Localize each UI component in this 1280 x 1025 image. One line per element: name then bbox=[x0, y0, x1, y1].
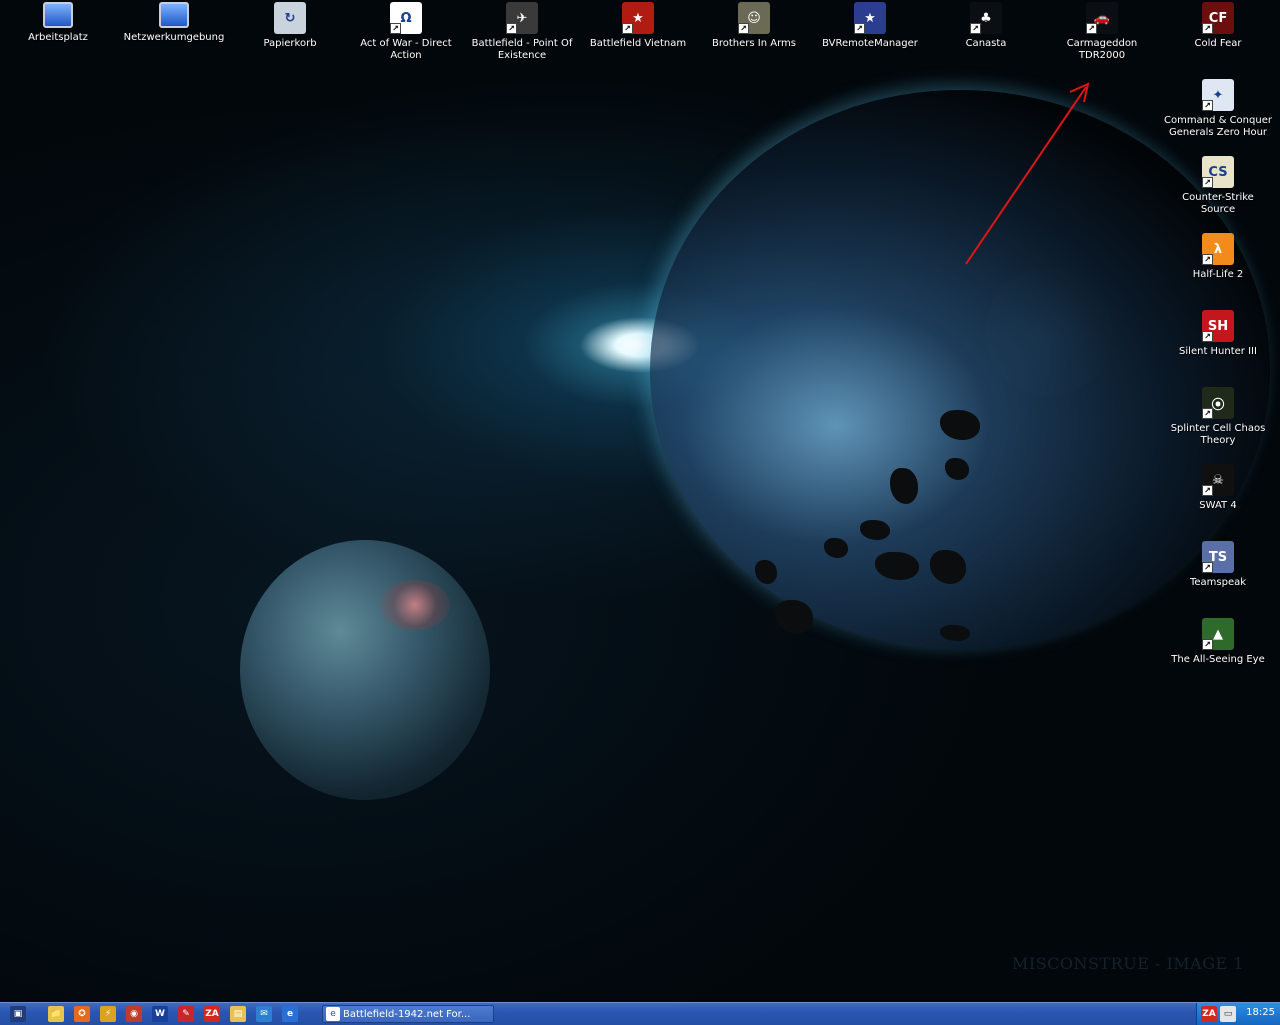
ie-page-icon: e bbox=[326, 1007, 340, 1021]
desktop-icon-label: Teamspeak bbox=[1189, 577, 1247, 588]
desktop-icon-label: Battlefield Vietnam bbox=[589, 38, 687, 49]
firefox-icon[interactable]: ✪ bbox=[74, 1006, 90, 1022]
desktop-icon-label: BVRemoteManager bbox=[822, 38, 918, 49]
red-arrow-annotation bbox=[965, 82, 1090, 265]
system-tray: ZA ▭ 18:25 bbox=[1196, 1003, 1280, 1025]
brothers-in-arms-icon: ☺ ↗ bbox=[738, 2, 770, 34]
my-computer-icon bbox=[43, 2, 73, 28]
half-life-2-icon: λ ↗ bbox=[1202, 233, 1234, 265]
desktop-icon-label: Cold Fear bbox=[1194, 38, 1242, 49]
desktop-icon[interactable]: Ω ↗ Act of War - Direct Action bbox=[348, 2, 464, 62]
shortcut-arrow-icon: ↗ bbox=[854, 23, 865, 34]
desktop-icon[interactable]: ✈ ↗ Battlefield - Point Of Existence bbox=[464, 2, 580, 62]
shortcut-arrow-icon: ↗ bbox=[1202, 100, 1213, 111]
desktop-icon[interactable]: λ ↗ Half-Life 2 bbox=[1160, 233, 1276, 281]
winamp-icon[interactable]: ⚡ bbox=[100, 1006, 116, 1022]
desktop-icon-label: Brothers In Arms bbox=[712, 38, 796, 49]
desktop-icon[interactable]: ☠ ↗ SWAT 4 bbox=[1160, 464, 1276, 512]
silent-hunter-icon: SH ↗ bbox=[1202, 310, 1234, 342]
bvremotemanager-icon: ★ ↗ bbox=[854, 2, 886, 34]
chrome-like-icon[interactable]: ◉ bbox=[126, 1006, 142, 1022]
desktop-icon-label: Battlefield - Point Of Existence bbox=[471, 38, 573, 61]
shortcut-arrow-icon: ↗ bbox=[390, 23, 401, 34]
desktop-icon[interactable]: 🚗 ↗ Carmageddon TDR2000 bbox=[1044, 2, 1160, 62]
desktop-icon[interactable]: CF ↗ Cold Fear bbox=[1160, 2, 1276, 50]
shortcut-arrow-icon: ↗ bbox=[506, 23, 517, 34]
desktop-icon[interactable]: ☺ ↗ Brothers In Arms bbox=[696, 2, 812, 50]
shortcut-arrow-icon: ↗ bbox=[970, 23, 981, 34]
desktop-icon[interactable]: TS ↗ Teamspeak bbox=[1160, 541, 1276, 589]
command-conquer-icon: ✦ ↗ bbox=[1202, 79, 1234, 111]
internet-explorer-icon[interactable]: e bbox=[282, 1006, 298, 1022]
desktop-icon-label: Splinter Cell Chaos Theory bbox=[1170, 423, 1266, 446]
shortcut-arrow-icon: ↗ bbox=[1202, 331, 1213, 342]
desktop-icon[interactable]: ★ ↗ Battlefield Vietnam bbox=[580, 2, 696, 50]
notepad-icon[interactable]: ▤ bbox=[230, 1006, 246, 1022]
shortcut-arrow-icon: ↗ bbox=[1202, 562, 1213, 573]
desktop-icon[interactable]: ↻ Papierkorb bbox=[232, 2, 348, 50]
desktop-icon-label: Netzwerkumgebung bbox=[123, 32, 225, 43]
desktop-icon-label: Act of War - Direct Action bbox=[360, 38, 452, 61]
canasta-icon: ♣ ↗ bbox=[970, 2, 1002, 34]
task-button-label: Battlefield-1942.net For... bbox=[343, 1009, 471, 1020]
desktop-icon[interactable]: ⦿ ↗ Splinter Cell Chaos Theory bbox=[1160, 387, 1276, 447]
desktop-icon[interactable]: ★ ↗ BVRemoteManager bbox=[812, 2, 928, 50]
desktop-icon[interactable]: Arbeitsplatz bbox=[0, 2, 116, 44]
outlook-icon[interactable]: ✉ bbox=[256, 1006, 272, 1022]
desktop-icon-label: Carmageddon TDR2000 bbox=[1066, 38, 1138, 61]
desktop-icon[interactable]: Netzwerkumgebung bbox=[116, 2, 232, 44]
shortcut-arrow-icon: ↗ bbox=[1202, 408, 1213, 419]
all-seeing-eye-icon: ▲ ↗ bbox=[1202, 618, 1234, 650]
shortcut-arrow-icon: ↗ bbox=[1202, 485, 1213, 496]
desktop-icon-label: The All-Seeing Eye bbox=[1171, 654, 1265, 665]
desktop[interactable]: MISCONSTRUE - IMAGE 1 Arbeitsplatz Netzwe… bbox=[0, 0, 1280, 1002]
desktop-icon[interactable]: ✦ ↗ Command & Conquer Generals Zero Hour bbox=[1160, 79, 1276, 139]
show-desktop-icon[interactable]: ▣ bbox=[10, 1006, 26, 1022]
swat4-icon: ☠ ↗ bbox=[1202, 464, 1234, 496]
explorer-folder-icon[interactable]: 📁 bbox=[48, 1006, 64, 1022]
desktop-icon[interactable]: CS ↗ Counter-Strike Source bbox=[1160, 156, 1276, 216]
shortcut-arrow-icon: ↗ bbox=[622, 23, 633, 34]
task-button-battlefield-1942[interactable]: e Battlefield-1942.net For... bbox=[322, 1005, 494, 1023]
desktop-icon-label: Canasta bbox=[965, 38, 1007, 49]
network-icon bbox=[159, 2, 189, 28]
teamspeak-icon: TS ↗ bbox=[1202, 541, 1234, 573]
act-of-war-icon: Ω ↗ bbox=[390, 2, 422, 34]
battlefield-vietnam-icon: ★ ↗ bbox=[622, 2, 654, 34]
splinter-cell-icon: ⦿ ↗ bbox=[1202, 387, 1234, 419]
desktop-icon-label: Arbeitsplatz bbox=[28, 32, 88, 43]
desktop-icon-label: SWAT 4 bbox=[1199, 500, 1237, 511]
shortcut-arrow-icon: ↗ bbox=[1202, 639, 1213, 650]
battlefield-poe-icon: ✈ ↗ bbox=[506, 2, 538, 34]
cold-fear-icon: CF ↗ bbox=[1202, 2, 1234, 34]
shortcut-arrow-icon: ↗ bbox=[1202, 254, 1213, 265]
desktop-icon-label: Command & Conquer Generals Zero Hour bbox=[1164, 115, 1272, 138]
taskbar: ▣ 📁 ✪ ⚡ ◉ W ✎ ZA ▤ ✉ e e Battlefield-1942.net For.… bbox=[0, 1002, 1280, 1025]
clock[interactable]: 18:25 bbox=[1246, 1007, 1275, 1018]
desktop-icon[interactable]: ♣ ↗ Canasta bbox=[928, 2, 1044, 50]
desktop-icon-label: Papierkorb bbox=[263, 38, 317, 49]
desktop-icon[interactable]: ▲ ↗ The All-Seeing Eye bbox=[1160, 618, 1276, 666]
zonealarm-icon[interactable]: ZA bbox=[204, 1006, 220, 1022]
zonealarm-tray-icon[interactable]: ZA bbox=[1201, 1006, 1217, 1022]
recycle-bin-icon: ↻ bbox=[274, 2, 306, 34]
shortcut-arrow-icon: ↗ bbox=[1202, 177, 1213, 188]
desktop-icon-label: Counter-Strike Source bbox=[1182, 192, 1254, 215]
desktop-icon-label: Silent Hunter III bbox=[1179, 346, 1257, 357]
shortcut-arrow-icon: ↗ bbox=[1202, 23, 1213, 34]
network-tray-icon[interactable]: ▭ bbox=[1220, 1006, 1236, 1022]
word-icon[interactable]: W bbox=[152, 1006, 168, 1022]
desktop-icon-label: Half-Life 2 bbox=[1192, 269, 1244, 280]
carmageddon-icon: 🚗 ↗ bbox=[1086, 2, 1118, 34]
desktop-icon[interactable]: SH ↗ Silent Hunter III bbox=[1160, 310, 1276, 358]
shortcut-arrow-icon: ↗ bbox=[738, 23, 749, 34]
counter-strike-icon: CS ↗ bbox=[1202, 156, 1234, 188]
paint-icon[interactable]: ✎ bbox=[178, 1006, 194, 1022]
shortcut-arrow-icon: ↗ bbox=[1086, 23, 1097, 34]
